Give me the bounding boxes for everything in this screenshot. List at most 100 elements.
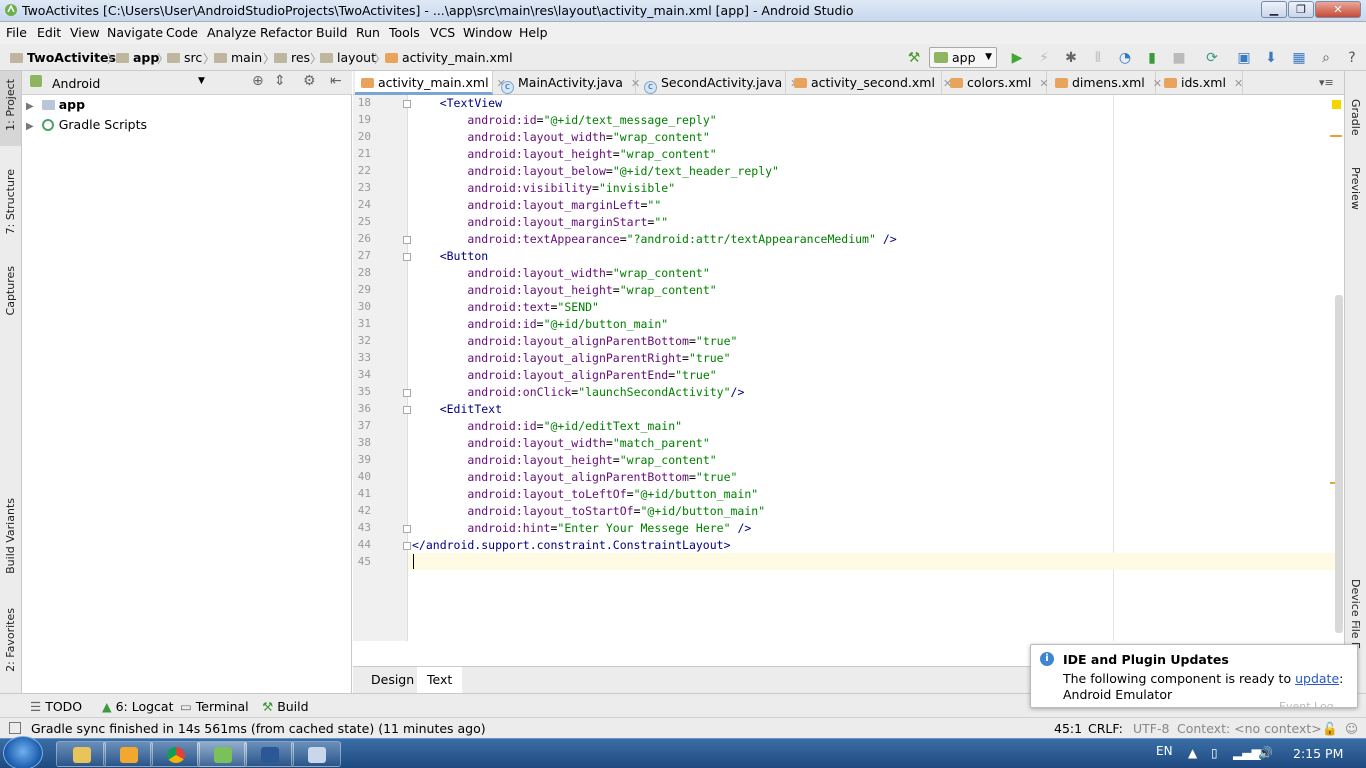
fold-marker-icon[interactable] (403, 253, 411, 261)
profile-icon[interactable]: ◔ (1115, 48, 1135, 68)
menu-window[interactable]: Window (463, 25, 512, 40)
menu-run[interactable]: Run (356, 25, 380, 40)
code-line[interactable]: android:id="@+id/button_main" (412, 317, 668, 331)
code-line[interactable]: android:layout_alignParentBottom="true" (412, 470, 737, 484)
tool-tab-preview[interactable]: Preview (1349, 167, 1362, 210)
tab-list-icon[interactable]: ▾≡ (1319, 76, 1334, 89)
tool-tab-favorites[interactable]: 2: Favorites (4, 608, 17, 672)
search-icon[interactable]: ⌕ (1316, 48, 1336, 68)
close-tab-icon[interactable]: ✕ (1039, 77, 1048, 90)
menu-help[interactable]: Help (519, 25, 548, 40)
tool-window-terminal[interactable]: ▭ Terminal (180, 699, 249, 714)
breadcrumb-project[interactable]: TwoActivites (10, 50, 116, 65)
code-line[interactable]: android:layout_toStartOf="@+id/button_ma… (412, 504, 765, 518)
fold-marker-icon[interactable] (403, 406, 411, 414)
breadcrumb-src[interactable]: src (167, 50, 202, 65)
code-line[interactable]: android:layout_width="wrap_content" (412, 266, 709, 280)
tree-item-gradle-scripts[interactable]: ▶ Gradle Scripts (26, 117, 147, 135)
attach-debugger-icon[interactable]: ⫴ (1088, 48, 1108, 68)
taskbar-paint[interactable] (291, 741, 341, 767)
hide-panel-icon[interactable]: ⇤ (330, 73, 342, 89)
apply-changes-icon[interactable]: ⚡ (1034, 48, 1054, 68)
run-config-select[interactable]: app ▼ (929, 47, 997, 68)
project-structure-icon[interactable]: ▦ (1289, 48, 1309, 68)
menu-refactor[interactable]: Refactor (260, 25, 312, 40)
avd-manager-icon[interactable]: ▣ (1234, 48, 1254, 68)
menu-view[interactable]: View (70, 25, 100, 40)
clock[interactable]: 2:15 PM (1293, 746, 1343, 761)
tab-text[interactable]: Text (417, 667, 463, 694)
tab-activity-main-xml[interactable]: activity_main.xml✕ (355, 71, 506, 95)
toggle-tool-windows-icon[interactable] (9, 722, 21, 734)
code-line[interactable]: android:id="@+id/editText_main" (412, 419, 682, 433)
menu-edit[interactable]: Edit (37, 25, 61, 40)
expand-arrow-icon[interactable]: ▶ (26, 101, 34, 112)
code-line[interactable]: android:layout_toLeftOf="@+id/button_mai… (412, 487, 758, 501)
show-hidden-icons[interactable]: ▲ (1188, 746, 1197, 760)
taskbar-explorer[interactable] (56, 741, 106, 767)
editor-scrollbar[interactable] (1335, 295, 1343, 633)
run-icon[interactable]: ▶ (1007, 48, 1027, 68)
tab-ids-xml[interactable]: ids.xml ✕ (1158, 71, 1243, 95)
taskbar-android-studio[interactable] (197, 741, 247, 767)
fold-marker-icon[interactable] (403, 542, 411, 550)
close-tab-icon[interactable]: ✕ (1234, 77, 1243, 90)
taskbar-chrome[interactable] (150, 741, 200, 767)
network-signal-icon[interactable]: ▂▄▆ (1233, 746, 1261, 760)
sync-gradle-icon[interactable]: ⟳ (1202, 48, 1222, 68)
apply-code-icon[interactable]: ▮ (1142, 48, 1162, 68)
debug-icon[interactable]: ✱ (1061, 48, 1081, 68)
tool-window-todo[interactable]: ☰ TODO (30, 699, 82, 714)
code-line[interactable]: android:layout_height="wrap_content" (412, 453, 716, 467)
menu-vcs[interactable]: VCS (430, 25, 455, 40)
project-view-select[interactable]: Android (52, 76, 100, 91)
maximize-button[interactable]: ❐ (1288, 1, 1314, 18)
code-line[interactable]: <Button (412, 249, 488, 263)
tab-activity-second-xml[interactable]: activity_second.xml ✕ (788, 71, 952, 95)
tab-colors-xml[interactable]: colors.xml ✕ (944, 71, 1049, 95)
line-separator[interactable]: CRLF: (1088, 721, 1123, 736)
breadcrumb-app[interactable]: app (116, 50, 159, 65)
fold-marker-icon[interactable] (403, 236, 411, 244)
breadcrumb-main[interactable]: main (214, 50, 262, 65)
tool-window-logcat[interactable]: ▲ 6: Logcat (102, 699, 174, 714)
code-line[interactable]: android:layout_width="match_parent" (412, 436, 709, 450)
event-log-tab[interactable]: Event Log (1279, 700, 1334, 708)
code-line[interactable]: android:onClick="launchSecondActivity"/> (412, 385, 744, 399)
expand-arrow-icon[interactable]: ▶ (26, 121, 34, 132)
tool-tab-build-variants[interactable]: Build Variants (4, 498, 17, 574)
menu-tools[interactable]: Tools (389, 25, 420, 40)
close-button[interactable]: ✕ (1315, 1, 1361, 18)
battery-icon[interactable]: ▯ (1211, 746, 1218, 760)
taskbar-word[interactable] (244, 741, 294, 767)
code-line[interactable]: android:visibility="invisible" (412, 181, 675, 195)
status-message[interactable]: Gradle sync finished in 14s 561ms (from … (31, 721, 486, 736)
code-line[interactable]: android:layout_alignParentEnd="true" (412, 368, 716, 382)
tab-second-activity-java[interactable]: cSecondActivity.java✕ (638, 71, 799, 95)
menu-file[interactable]: File (6, 25, 27, 40)
inspection-status-icon[interactable] (1332, 100, 1341, 109)
lock-icon[interactable]: 🔓 (1322, 721, 1338, 737)
tool-tab-captures[interactable]: Captures (4, 266, 17, 315)
gear-icon[interactable]: ⚙ (303, 73, 316, 89)
tool-window-build[interactable]: ⚒ Build (262, 699, 309, 714)
tool-tab-device-file-explorer[interactable]: Device File E (1349, 579, 1362, 649)
minimize-button[interactable]: ▁ (1261, 1, 1287, 18)
code-line[interactable]: android:id="@+id/text_message_reply" (412, 113, 716, 127)
code-line[interactable]: android:layout_below="@+id/text_header_r… (412, 164, 779, 178)
collapse-icon[interactable]: ⇕ (274, 73, 286, 89)
tree-item-app[interactable]: ▶ app (26, 97, 85, 115)
breadcrumb-res[interactable]: res (274, 50, 310, 65)
sdk-manager-icon[interactable]: ⬇ (1261, 48, 1281, 68)
update-link[interactable]: update (1295, 671, 1339, 686)
code-line[interactable]: android:text="SEND" (412, 300, 599, 314)
caret-position[interactable]: 45:1 (1054, 721, 1082, 736)
tool-tab-project[interactable]: 1: Project (4, 79, 17, 131)
menu-code[interactable]: Code (166, 25, 198, 40)
stop-icon[interactable]: ■ (1169, 48, 1189, 68)
tab-dimens-xml[interactable]: dimens.xml ✕ (1049, 71, 1162, 95)
code-line[interactable]: android:layout_alignParentRight="true" (412, 351, 730, 365)
menu-build[interactable]: Build (316, 25, 347, 40)
tool-tab-structure[interactable]: 7: Structure (4, 169, 17, 234)
menu-navigate[interactable]: Navigate (107, 25, 163, 40)
